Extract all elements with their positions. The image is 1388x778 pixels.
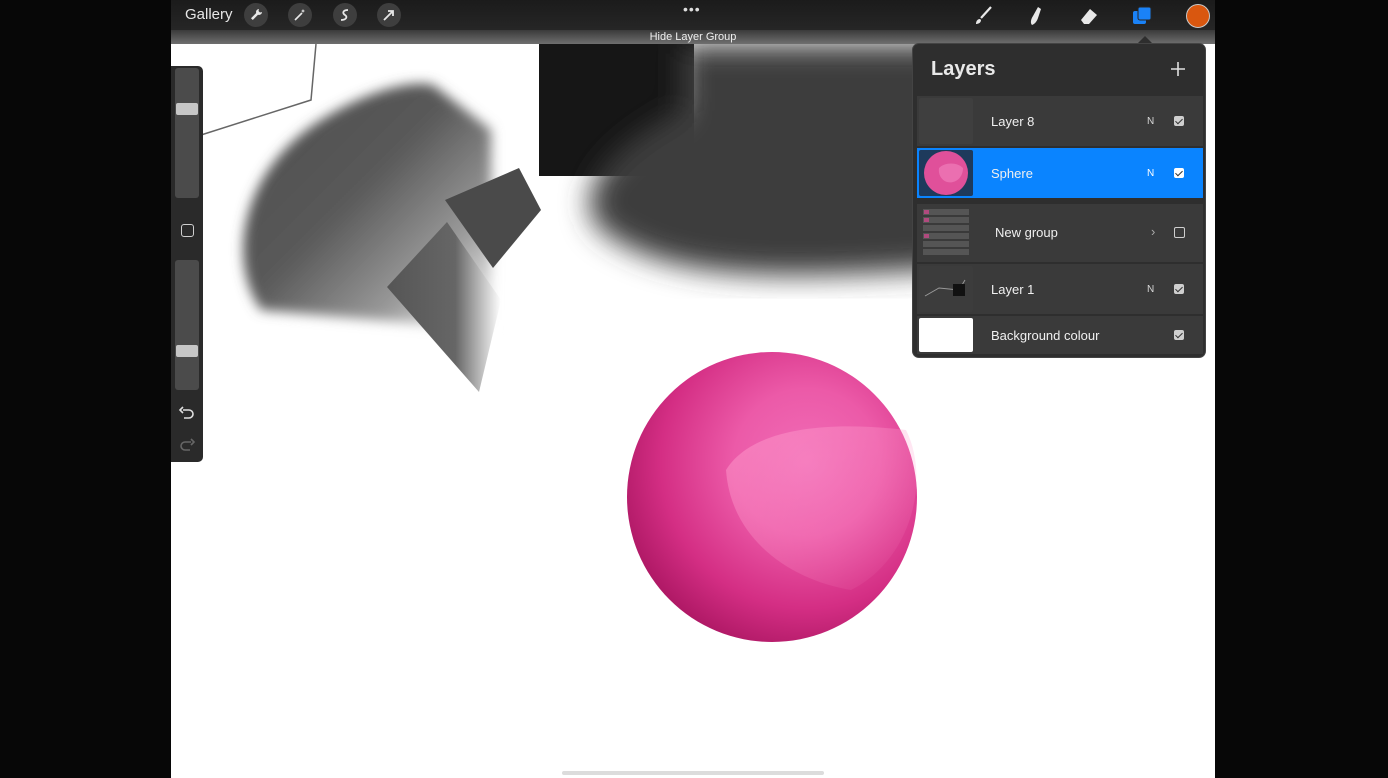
group-thumbnail [919, 206, 973, 260]
color-picker-swatch[interactable] [1186, 4, 1210, 28]
opacity-thumb[interactable] [176, 344, 198, 357]
top-toolbar: Gallery ••• [171, 0, 1215, 30]
group-preview-icon [923, 209, 969, 255]
left-sidebar [171, 66, 203, 462]
layer-name: Sphere [991, 166, 1033, 181]
layer-visibility-checkbox[interactable] [1174, 330, 1184, 340]
layer-row-background-colour[interactable]: Background colour [917, 316, 1203, 354]
chevron-right-icon[interactable]: › [1151, 224, 1155, 239]
selection-icon [340, 9, 349, 21]
magic-wand-icon [294, 9, 305, 21]
blend-mode-button[interactable]: N [1147, 284, 1154, 295]
layer-thumbnail [919, 266, 973, 312]
layer-row-layer-8[interactable]: Layer 8 N [917, 96, 1203, 146]
layer-visibility-checkbox[interactable] [1174, 284, 1184, 294]
adjustments-button[interactable] [288, 3, 312, 27]
layers-icon [1133, 6, 1152, 24]
device-bezel-right [1215, 0, 1388, 778]
layer-thumbnail [919, 98, 973, 144]
layer-name: Background colour [991, 328, 1100, 343]
brush-size-slider[interactable] [175, 68, 199, 198]
layer-row-layer-1[interactable]: Layer 1 N [917, 264, 1203, 314]
layer-row-sphere[interactable]: Sphere N [917, 148, 1203, 198]
modify-button[interactable] [181, 224, 194, 237]
layer-visibility-checkbox[interactable] [1174, 116, 1184, 126]
more-handle[interactable]: ••• [683, 1, 701, 17]
home-indicator [562, 771, 824, 775]
brush-size-thumb[interactable] [176, 103, 198, 116]
layer-name: Layer 8 [991, 114, 1035, 129]
undo-icon[interactable] [178, 404, 196, 422]
transform-arrow-icon [383, 10, 394, 21]
layer-visibility-checkbox[interactable] [1174, 168, 1184, 178]
layer-thumbnail [919, 150, 973, 196]
sketch-thumbnail-icon [924, 279, 966, 297]
layer-name: New group [995, 225, 1058, 240]
layers-panel-pointer [1137, 36, 1153, 44]
blend-mode-button[interactable]: N [1147, 116, 1154, 127]
layer-visibility-checkbox[interactable] [1174, 227, 1185, 238]
layer-row-new-group[interactable]: New group › [917, 204, 1203, 262]
device-bezel-left [0, 0, 171, 778]
opacity-slider[interactable] [175, 260, 199, 390]
hide-layer-group-toast: Hide Layer Group [649, 31, 737, 43]
smudge-icon [1030, 7, 1041, 25]
blend-mode-button[interactable]: N [1147, 168, 1154, 179]
eraser-icon [1081, 9, 1097, 24]
add-layer-icon[interactable] [1169, 60, 1187, 78]
wrench-icon [251, 9, 262, 20]
layers-tool[interactable] [1129, 3, 1155, 29]
layers-panel: Layers Layer 8 N Sphere N New group › La… [913, 44, 1205, 357]
redo-icon[interactable] [178, 436, 196, 454]
layers-panel-title: Layers [931, 58, 996, 80]
layer-name: Layer 1 [991, 282, 1035, 297]
actions-button[interactable] [244, 3, 268, 27]
selection-button[interactable] [333, 3, 357, 27]
background-colour-swatch [919, 318, 973, 352]
smudge-tool[interactable] [1023, 3, 1049, 29]
gallery-button[interactable]: Gallery [185, 6, 233, 23]
brush-icon [976, 6, 992, 24]
sphere-thumbnail-icon [924, 151, 968, 195]
topbar-shadow: Hide Layer Group [171, 30, 1215, 44]
eraser-tool[interactable] [1076, 3, 1102, 29]
transform-button[interactable] [377, 3, 401, 27]
brush-tool[interactable] [970, 3, 996, 29]
